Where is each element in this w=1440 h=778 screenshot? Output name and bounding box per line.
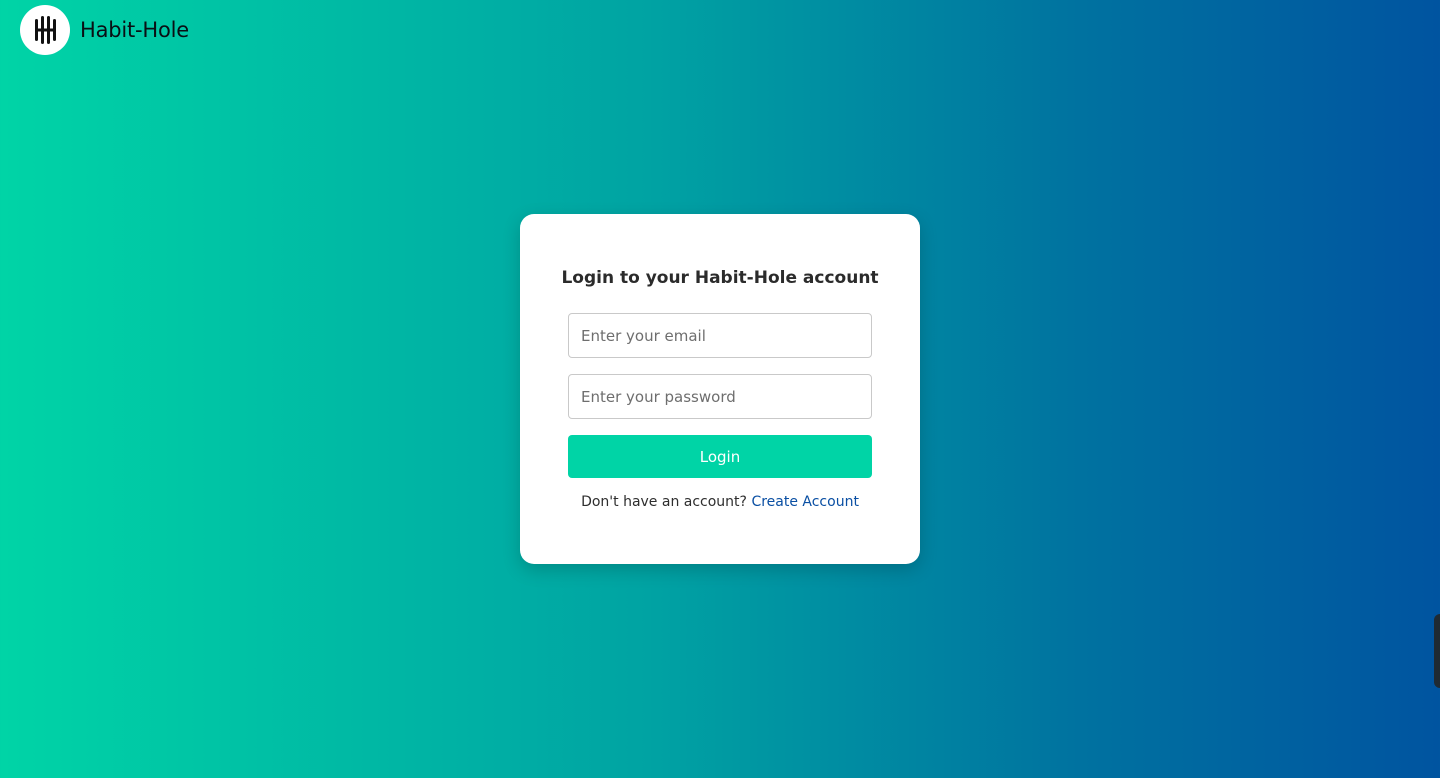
side-edge-tab[interactable]: [1434, 614, 1440, 688]
email-input[interactable]: [568, 313, 872, 358]
password-input[interactable]: [568, 374, 872, 419]
brand-name: Habit-Hole: [80, 18, 190, 42]
login-title: Login to your Habit-Hole account: [561, 268, 879, 288]
site-header: Habit-Hole: [20, 5, 189, 55]
signup-prompt: Don't have an account?: [581, 494, 752, 510]
login-button[interactable]: Login: [568, 435, 872, 478]
signup-row: Don't have an account? Create Account: [520, 494, 920, 510]
login-card: Login to your Habit-Hole account Login D…: [520, 214, 920, 564]
create-account-link[interactable]: Create Account: [751, 494, 859, 510]
habit-hole-logo-icon[interactable]: [20, 5, 70, 55]
